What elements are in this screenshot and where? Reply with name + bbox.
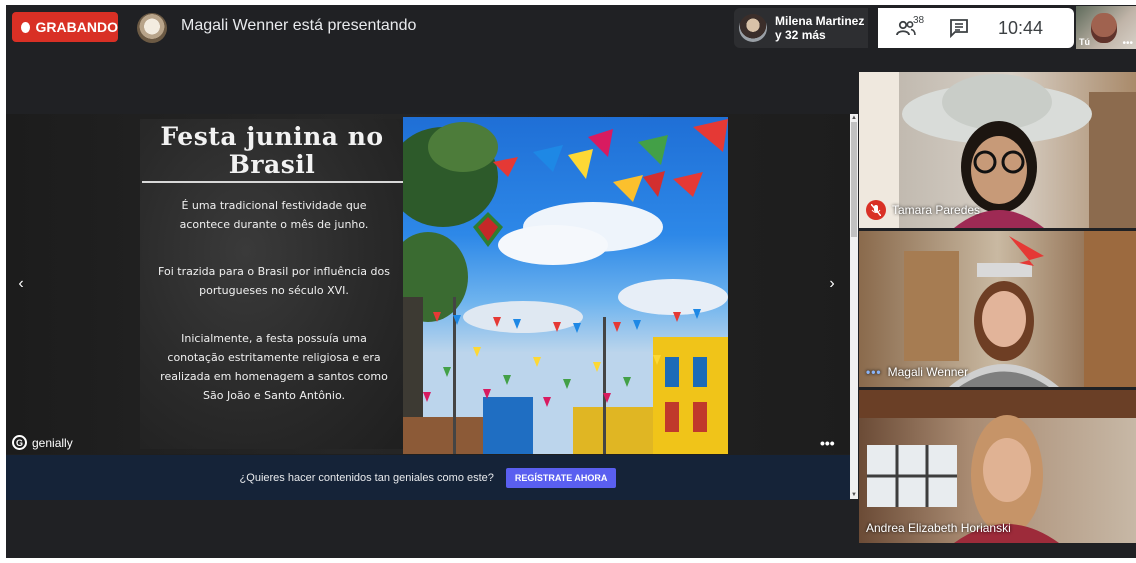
meeting-controls: 38 10:44: [878, 8, 1074, 48]
chevron-right-icon: ›: [829, 275, 835, 292]
promo-bar: ¿Quieres hacer contenidos tan geniales c…: [6, 455, 850, 500]
slide-paragraph-1: É uma tradicional festividade que aconte…: [179, 199, 369, 231]
recording-dot-icon: [21, 21, 30, 33]
participant-name-3: Andrea Elizabeth Horianski: [866, 521, 1011, 535]
scroll-thumb[interactable]: [851, 122, 857, 237]
genially-logo[interactable]: G genially: [12, 435, 73, 450]
slide-paragraph-3: Inicialmente, a festa possuía uma conota…: [160, 332, 388, 402]
scroll-up-icon[interactable]: ▲: [850, 114, 858, 122]
chevron-left-icon: ‹: [18, 275, 24, 292]
chat-button[interactable]: [948, 17, 970, 39]
title-divider: [142, 181, 404, 183]
scroll-down-icon[interactable]: ▼: [850, 491, 858, 499]
player-more-icon[interactable]: •••: [820, 435, 835, 451]
recording-label: GRABANDO: [35, 19, 118, 35]
self-view-tile[interactable]: Tú •••: [1076, 6, 1136, 49]
slide-title-line1: Festa junina no: [160, 122, 384, 151]
clock-time: 10:44: [998, 17, 1044, 38]
chalkboard-panel: Festa junina no Brasil É uma tradicional…: [140, 119, 404, 449]
next-slide-button[interactable]: ›: [821, 273, 843, 295]
viewer-name: Milena Martinez: [775, 14, 865, 28]
presentation-area: Festa junina no Brasil É uma tradicional…: [6, 114, 850, 500]
participant-tile-1[interactable]: Tamara Paredes: [859, 72, 1136, 228]
participant-name-2: ••• Magali Wenner: [866, 365, 968, 379]
self-face: [1091, 13, 1117, 43]
participant-tile-3[interactable]: Andrea Elizabeth Horianski: [859, 390, 1136, 543]
genially-brand: genially: [32, 435, 73, 450]
mic-off-icon: [866, 200, 886, 220]
self-more-icon[interactable]: •••: [1122, 38, 1133, 49]
previous-slide-button[interactable]: ‹: [10, 273, 32, 295]
slide-title-line2: Brasil: [228, 150, 316, 179]
speaking-indicator-icon: •••: [866, 365, 882, 379]
participant-label-2: Magali Wenner: [887, 365, 969, 379]
participant-name-1: Tamara Paredes: [866, 200, 980, 220]
viewers-chip[interactable]: Milena Martinez y 32 más: [734, 8, 868, 48]
genially-icon: G: [12, 435, 27, 450]
participant-label-3: Andrea Elizabeth Horianski: [866, 521, 1011, 535]
meeting-stage: GRABANDO Magali Wenner está presentando …: [6, 5, 1136, 558]
register-button[interactable]: REGÍSTRATE AHORA: [505, 467, 617, 488]
chat-icon: [950, 19, 968, 39]
promo-question: ¿Quieres hacer contenidos tan geniales c…: [239, 471, 494, 484]
slide-paragraph-2: Foi trazida para o Brasil por influência…: [158, 265, 390, 297]
presentation-scrollbar[interactable]: ▲ ▼: [850, 114, 858, 499]
viewer-more: y 32 más: [775, 28, 826, 42]
participant-tile-2[interactable]: ••• Magali Wenner: [859, 231, 1136, 387]
participant-label-1: Tamara Paredes: [892, 203, 981, 217]
presenter-avatar: [137, 13, 167, 43]
participants-button[interactable]: 38: [896, 15, 926, 40]
participant-video-2: [904, 231, 1136, 387]
viewer-avatar: [739, 14, 767, 42]
presenting-title: Magali Wenner está presentando: [181, 17, 417, 34]
slide-title: Festa junina no Brasil: [140, 123, 404, 179]
participant-count: 38: [913, 15, 925, 26]
self-view-label: Tú: [1079, 37, 1090, 47]
festival-photo: [403, 117, 728, 454]
recording-badge[interactable]: GRABANDO: [12, 12, 118, 42]
